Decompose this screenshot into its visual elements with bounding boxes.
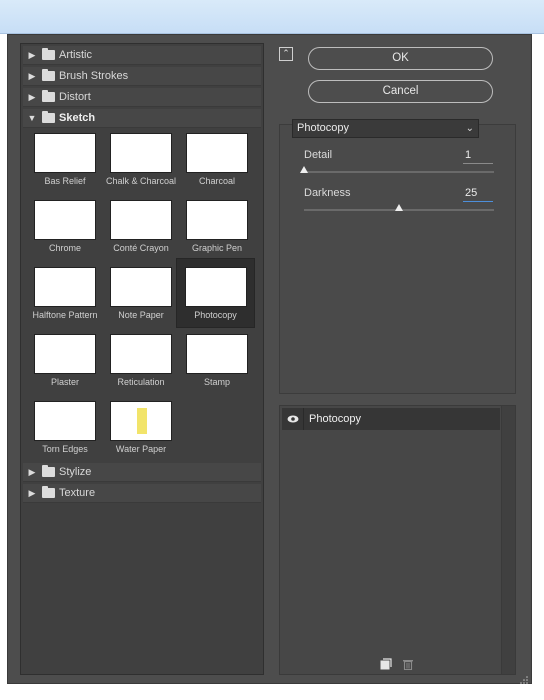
filter-thumb-photocopy[interactable]: Photocopy [176,258,255,328]
filter-thumb-torn-edges[interactable]: Torn Edges [27,395,103,461]
filter-label: Chalk & Charcoal [105,176,177,186]
category-artistic[interactable]: ▶ Artistic [23,46,261,65]
filter-label: Stamp [203,377,230,387]
category-label: Texture [59,487,96,499]
folder-icon [42,48,55,60]
folder-icon [42,465,55,477]
filter-preview-image [186,334,248,374]
filter-select-dropdown[interactable]: Photocopy ⌄ [292,119,479,138]
filter-label: Note Paper [118,310,164,320]
effect-layers-panel: Photocopy [279,405,516,675]
effect-layer-name: Photocopy [309,413,361,425]
category-label: Sketch [59,112,96,124]
filter-preview-image [34,133,96,173]
detail-label: Detail [304,149,333,161]
resize-grip-icon[interactable] [520,675,528,684]
expand-triangle-icon: ▶ [28,49,36,60]
filter-select-value: Photocopy [297,122,349,134]
filter-thumb-conte-crayon[interactable]: Conté Crayon [103,194,179,260]
darkness-slider-thumb[interactable] [395,204,403,211]
filter-preview-image [34,334,96,374]
filter-thumb-graphic-pen[interactable]: Graphic Pen [179,194,255,260]
trash-icon[interactable] [402,658,414,671]
filter-preview-image [186,133,248,173]
filter-gallery-panel: ▶ Artistic ▶ Brush Strokes ▶ Distort ▼ S… [20,43,264,675]
expand-triangle-icon: ▶ [28,91,36,102]
category-brush-strokes[interactable]: ▶ Brush Strokes [23,67,261,86]
filter-label: Photocopy [194,310,237,320]
filter-label: Conté Crayon [113,243,169,253]
filter-label: Bas Relief [44,176,86,186]
expand-triangle-icon: ▶ [28,487,36,498]
filter-label: Charcoal [198,176,236,186]
category-label: Artistic [59,49,92,61]
new-effect-layer-icon[interactable] [380,658,392,670]
folder-icon [42,90,55,102]
category-distort[interactable]: ▶ Distort [23,88,261,107]
filter-thumb-reticulation[interactable]: Reticulation [103,328,179,394]
filter-thumb-charcoal[interactable]: Charcoal [179,127,255,193]
collapse-panel-icon[interactable]: ⌃ [279,47,293,61]
category-sketch[interactable]: ▼ Sketch [23,109,261,128]
filter-thumb-bas-relief[interactable]: Bas Relief [27,127,103,193]
filter-preview-image [186,200,248,240]
detail-slider-track[interactable] [304,171,494,173]
filter-preview-image [34,401,96,441]
filter-label: Chrome [48,243,81,253]
filter-settings-panel [279,124,516,394]
filter-label: Halftone Pattern [32,310,98,320]
darkness-value-input[interactable]: 25 [463,186,493,202]
chevron-down-icon: ⌄ [465,123,474,134]
category-texture[interactable]: ▶ Texture [23,484,261,503]
filter-label: Water Paper [115,444,167,454]
filter-thumb-plaster[interactable]: Plaster [27,328,103,394]
filter-thumb-halftone-pattern[interactable]: Halftone Pattern [27,261,103,327]
effect-layer-row[interactable]: Photocopy [282,408,500,430]
category-label: Distort [59,91,91,103]
filter-preview-image [110,200,172,240]
category-label: Brush Strokes [59,70,129,82]
expand-triangle-icon: ▶ [28,466,36,477]
category-stylize[interactable]: ▶ Stylize [23,463,261,482]
filter-preview-image [34,200,96,240]
filter-preview-image [184,267,247,307]
folder-icon [42,69,55,81]
filter-preview-image [110,133,172,173]
ok-button[interactable]: OK [308,47,493,70]
filter-label: Graphic Pen [191,243,243,253]
filter-gallery-dialog: ▶ Artistic ▶ Brush Strokes ▶ Distort ▼ S… [7,34,532,684]
darkness-label: Darkness [304,187,351,199]
window-bottom-edge [7,684,532,700]
expand-triangle-icon: ▶ [28,70,36,81]
folder-icon [42,486,55,498]
collapse-triangle-icon: ▼ [27,113,37,123]
category-label: Stylize [59,466,92,478]
filter-thumb-chalk-charcoal[interactable]: Chalk & Charcoal [103,127,179,193]
filter-thumb-stamp[interactable]: Stamp [179,328,255,394]
filter-label: Reticulation [117,377,165,387]
window-titlebar [0,0,544,34]
folder-open-icon [42,111,55,123]
detail-slider-thumb[interactable] [300,166,308,173]
filter-thumb-note-paper[interactable]: Note Paper [103,261,179,327]
filter-preview-image [110,334,172,374]
detail-value-input[interactable]: 1 [463,148,493,164]
filter-label: Plaster [50,377,79,387]
filter-thumb-chrome[interactable]: Chrome [27,194,103,260]
filter-thumb-water-paper[interactable]: Water Paper [103,395,179,461]
layers-scrollbar[interactable] [501,406,515,674]
filter-preview-image [110,401,172,441]
eye-icon[interactable] [282,408,304,430]
filter-label: Torn Edges [42,444,88,454]
cancel-button[interactable]: Cancel [308,80,493,103]
filter-preview-image [34,267,96,307]
filter-preview-image [110,267,172,307]
